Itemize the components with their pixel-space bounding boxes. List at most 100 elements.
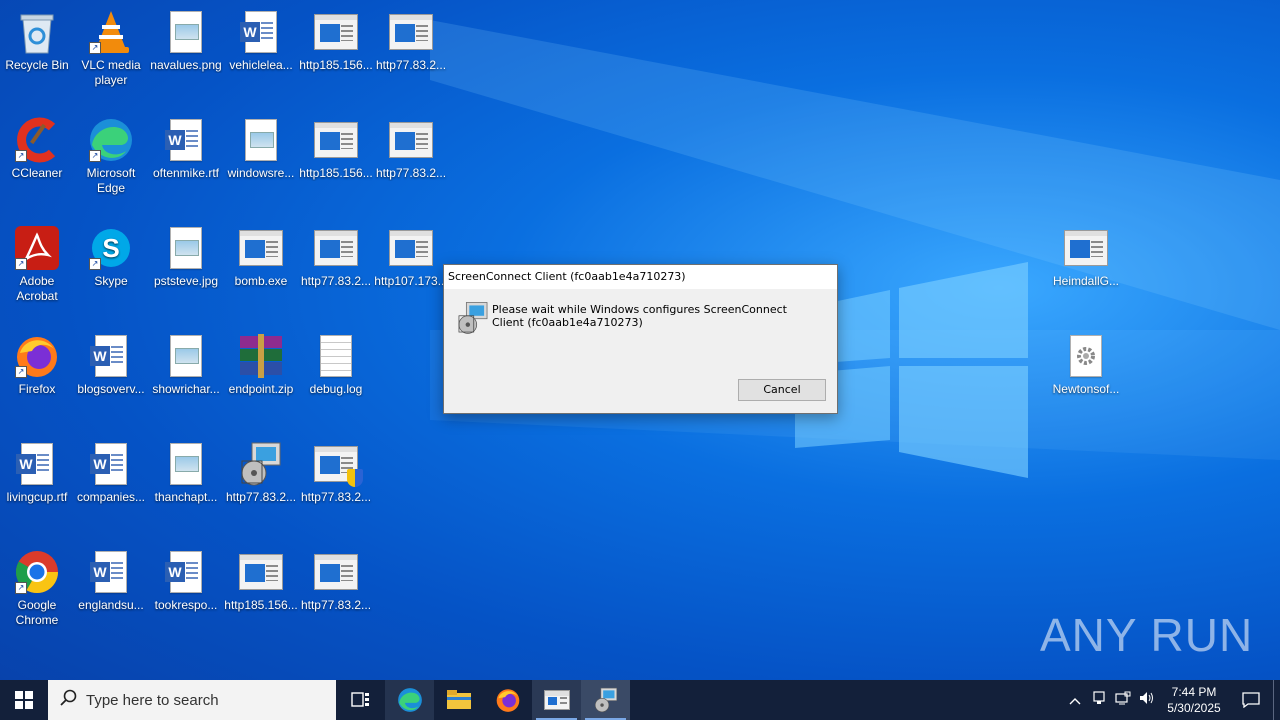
desktop-icon-label: Firefox: [18, 382, 56, 396]
desktop-icon-label: http77.83.2...: [300, 598, 372, 612]
chrome-icon: ↗: [13, 548, 61, 596]
desktop-icon-label: http185.156...: [299, 58, 373, 72]
app-window-icon: [237, 224, 285, 272]
network-icon[interactable]: [1111, 691, 1135, 710]
desktop-icon-label: oftenmike.rtf: [152, 166, 220, 180]
start-button[interactable]: [0, 680, 48, 720]
desktop-icon-http77-6[interactable]: http77.83.2...: [299, 548, 373, 613]
notifications-button[interactable]: [1229, 692, 1273, 708]
volume-icon[interactable]: [1135, 691, 1159, 710]
desktop-icon-debug-log[interactable]: debug.log: [299, 332, 373, 397]
desktop-icon-endpoint-zip[interactable]: endpoint.zip: [224, 332, 298, 397]
taskbar-installer[interactable]: [581, 680, 630, 720]
desktop-icon-label: navalues.png: [150, 58, 222, 72]
desktop-icon-microsoft-edge[interactable]: ↗ Microsoft Edge: [74, 116, 148, 196]
desktop-icon-vlc[interactable]: ↗ VLC media player: [74, 8, 148, 88]
desktop-icon-label: showrichar...: [152, 382, 220, 396]
taskbar-file-explorer[interactable]: [434, 680, 483, 720]
vlc-icon: ↗: [87, 8, 135, 56]
taskbar-edge[interactable]: [385, 680, 434, 720]
device-icon[interactable]: [1087, 690, 1111, 710]
edge-icon: [397, 688, 422, 712]
desktop-icon-pststeve[interactable]: pststeve.jpg: [149, 224, 223, 289]
system-tray: 7:44 PM 5/30/2025: [1063, 680, 1280, 720]
desktop-icon-http77-1[interactable]: http77.83.2...: [374, 8, 448, 73]
desktop-icon-label: Google Chrome: [15, 598, 59, 627]
app-window-icon: [387, 8, 435, 56]
desktop-icon-label: englandsu...: [78, 598, 144, 612]
recycle-bin-icon: [13, 8, 61, 56]
desktop-icon-label: pststeve.jpg: [153, 274, 219, 288]
taskbar-firefox[interactable]: [483, 680, 532, 720]
desktop-icon-ccleaner[interactable]: ↗ CCleaner: [0, 116, 74, 181]
app-window-icon: [543, 690, 570, 710]
desktop-icon-englandsu[interactable]: W englandsu...: [74, 548, 148, 613]
desktop-icon-http77-shield[interactable]: http77.83.2...: [299, 440, 373, 505]
desktop-icon-companies[interactable]: W companies...: [74, 440, 148, 505]
desktop-icon-label: endpoint.zip: [228, 382, 294, 396]
desktop-icon-adobe-acrobat[interactable]: ↗ Adobe Acrobat: [0, 224, 74, 304]
desktop-icon-label: windowsre...: [227, 166, 295, 180]
taskbar-app-window[interactable]: [532, 680, 581, 720]
desktop-icon-vehiclelea[interactable]: W vehiclelea...: [224, 8, 298, 73]
desktop-icon-label: http77.83.2...: [300, 490, 372, 504]
taskbar-clock[interactable]: 7:44 PM 5/30/2025: [1159, 684, 1229, 716]
desktop-icon-firefox[interactable]: ↗ Firefox: [0, 332, 74, 397]
desktop-icon-http185-1[interactable]: http185.156...: [299, 8, 373, 73]
app-window-icon: [312, 116, 360, 164]
app-window-icon: [387, 224, 435, 272]
taskbar: Type here to search 7:44 PM 5/30/2025: [0, 680, 1280, 720]
desktop-icon-label: http185.156...: [224, 598, 298, 612]
desktop-icon-oftenmike[interactable]: W oftenmike.rtf: [149, 116, 223, 181]
desktop-icon-bomb-exe[interactable]: bomb.exe: [224, 224, 298, 289]
taskbar-search-box[interactable]: Type here to search: [48, 680, 336, 720]
chevron-up-icon[interactable]: [1063, 693, 1087, 708]
show-desktop-button[interactable]: [1273, 680, 1280, 720]
acrobat-icon: ↗: [13, 224, 61, 272]
desktop-icon-http185-b[interactable]: http185.156...: [224, 548, 298, 613]
desktop-icon-navalues[interactable]: navalues.png: [149, 8, 223, 73]
app-window-icon: [312, 224, 360, 272]
desktop-icon-label: vehiclelea...: [229, 58, 293, 72]
desktop-icon-recycle-bin[interactable]: Recycle Bin: [0, 8, 74, 73]
desktop-icon-blogsoverv[interactable]: W blogsoverv...: [74, 332, 148, 397]
desktop-icon-skype[interactable]: S ↗ Skype: [74, 224, 148, 289]
desktop-icon-label: http185.156...: [299, 166, 373, 180]
app-window-icon: [312, 548, 360, 596]
desktop-icon-windowsre[interactable]: windowsre...: [224, 116, 298, 181]
desktop-icon-label: http77.83.2...: [375, 166, 447, 180]
image-file-icon: [162, 440, 210, 488]
desktop-icon-thanchapt[interactable]: thanchapt...: [149, 440, 223, 505]
desktop-icon-label: HeimdallG...: [1052, 274, 1120, 288]
winrar-icon: [237, 332, 285, 380]
desktop-icon-showrichar[interactable]: showrichar...: [149, 332, 223, 397]
desktop-icon-http77-3[interactable]: http77.83.2...: [299, 224, 373, 289]
desktop-icon-label: blogsoverv...: [77, 382, 145, 396]
desktop-icon-http107[interactable]: http107.173...: [374, 224, 448, 289]
desktop-icon-label: Newtonsof...: [1052, 382, 1120, 396]
desktop-icon-heimdall[interactable]: HeimdallG...: [1049, 224, 1123, 289]
desktop-icon-label: http107.173...: [374, 274, 448, 288]
dialog-title[interactable]: ScreenConnect Client (fc0aab1e4a710273): [444, 265, 837, 289]
desktop-icon-livingcup[interactable]: W livingcup.rtf: [0, 440, 74, 505]
shortcut-arrow-icon: ↗: [89, 150, 101, 162]
image-file-icon: [237, 116, 285, 164]
desktop-icon-http77-2[interactable]: http77.83.2...: [374, 116, 448, 181]
app-window-icon: [1062, 224, 1110, 272]
shortcut-arrow-icon: ↗: [89, 258, 101, 270]
desktop-icon-newtonsof[interactable]: Newtonsof...: [1049, 332, 1123, 397]
desktop-icon-tookrespo[interactable]: W tookrespo...: [149, 548, 223, 613]
settings-file-icon: [1062, 332, 1110, 380]
desktop-icon-label: tookrespo...: [154, 598, 218, 612]
app-window-icon: [387, 116, 435, 164]
cancel-button[interactable]: Cancel: [738, 379, 826, 401]
desktop-icon-google-chrome[interactable]: ↗ Google Chrome: [0, 548, 74, 628]
desktop-icon-installer[interactable]: http77.83.2...: [224, 440, 298, 505]
desktop-icon-label: http77.83.2...: [300, 274, 372, 288]
image-file-icon: [162, 224, 210, 272]
desktop-icon-http185-2[interactable]: http185.156...: [299, 116, 373, 181]
image-file-icon: [162, 8, 210, 56]
app-window-icon: [237, 548, 285, 596]
task-view-button[interactable]: [336, 680, 385, 720]
firefox-icon: ↗: [13, 332, 61, 380]
